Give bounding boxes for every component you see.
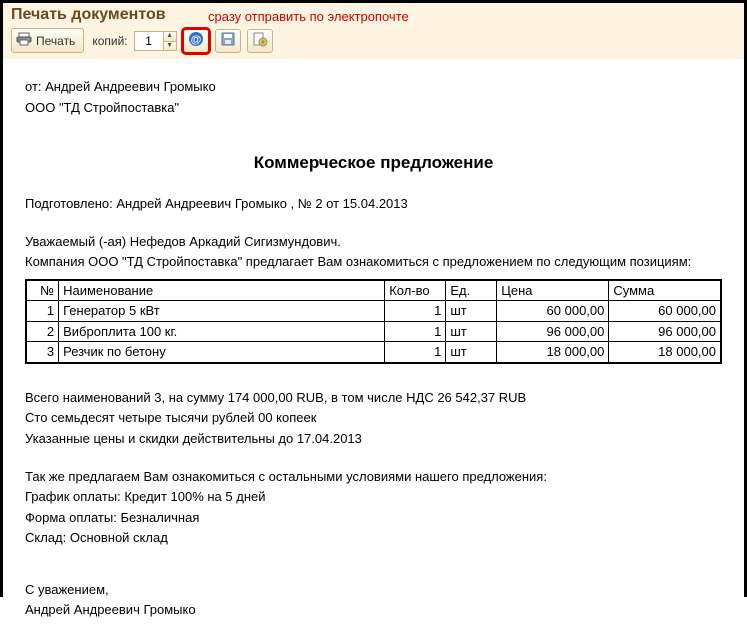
- floppy-icon: [220, 31, 236, 50]
- total-line: Всего наименований 3, на сумму 174 000,0…: [25, 389, 722, 407]
- th-sum: Сумма: [609, 280, 721, 301]
- print-button-label: Печать: [36, 34, 75, 48]
- spinner-up-icon[interactable]: ▲: [164, 32, 176, 41]
- warehouse: Склад: Основной склад: [25, 529, 722, 547]
- pay-form: Форма оплаты: Безналичная: [25, 509, 722, 527]
- annotation-label: сразу отправить по электропочте: [208, 9, 409, 24]
- printer-icon: [16, 31, 32, 50]
- email-icon: @: [188, 31, 204, 50]
- conditions-intro: Так же предлагаем Вам ознакомиться с ост…: [25, 468, 722, 486]
- spinner-down-icon[interactable]: ▼: [164, 41, 176, 50]
- pay-schedule: График оплаты: Кредит 100% на 5 дней: [25, 488, 722, 506]
- copies-label: копий:: [92, 34, 127, 48]
- items-table: № Наименование Кол-во Ед. Цена Сумма 1 Г…: [25, 279, 722, 364]
- valid-line: Указанные цены и скидки действительны до…: [25, 430, 722, 448]
- table-row: 3 Резчик по бетону 1 шт 18 000,00 18 000…: [26, 342, 721, 363]
- document-title: Коммерческое предложение: [25, 152, 722, 175]
- svg-text:@: @: [190, 34, 201, 46]
- from-line: от: Андрей Андреевич Громыко: [25, 78, 722, 96]
- copies-input[interactable]: [135, 32, 163, 50]
- th-name: Наименование: [59, 280, 385, 301]
- print-window: сразу отправить по электропочте Печать д…: [0, 0, 747, 597]
- intro-line: Компания ООО "ТД Стройпоставка" предлага…: [25, 253, 722, 271]
- amount-words: Сто семьдесят четыре тысячи рублей 00 ко…: [25, 409, 722, 427]
- save-button[interactable]: [215, 29, 241, 53]
- company-line: ООО "ТД Стройпоставка": [25, 99, 722, 117]
- copies-spinner[interactable]: ▲ ▼: [134, 31, 177, 51]
- th-price: Цена: [497, 280, 609, 301]
- regards: С уважением,: [25, 581, 722, 599]
- signer: Андрей Андреевич Громыко: [25, 601, 722, 619]
- table-row: 1 Генератор 5 кВт 1 шт 60 000,00 60 000,…: [26, 301, 721, 322]
- toolbar: Печать копий: ▲ ▼ @: [3, 24, 744, 59]
- page-settings-icon: [252, 31, 268, 50]
- document-body: от: Андрей Андреевич Громыко ООО "ТД Стр…: [3, 59, 744, 638]
- table-row: 2 Виброплита 100 кг. 1 шт 96 000,00 96 0…: [26, 321, 721, 342]
- greeting-line: Уважаемый (-ая) Нефедов Аркадий Сигизмун…: [25, 233, 722, 251]
- send-email-button[interactable]: @: [183, 29, 209, 53]
- print-button[interactable]: Печать: [11, 28, 84, 53]
- table-header-row: № Наименование Кол-во Ед. Цена Сумма: [26, 280, 721, 301]
- settings-button[interactable]: [247, 29, 273, 53]
- th-qty: Кол-во: [385, 280, 446, 301]
- prepared-line: Подготовлено: Андрей Андреевич Громыко ,…: [25, 195, 722, 213]
- th-unit: Ед.: [446, 280, 497, 301]
- th-n: №: [26, 280, 59, 301]
